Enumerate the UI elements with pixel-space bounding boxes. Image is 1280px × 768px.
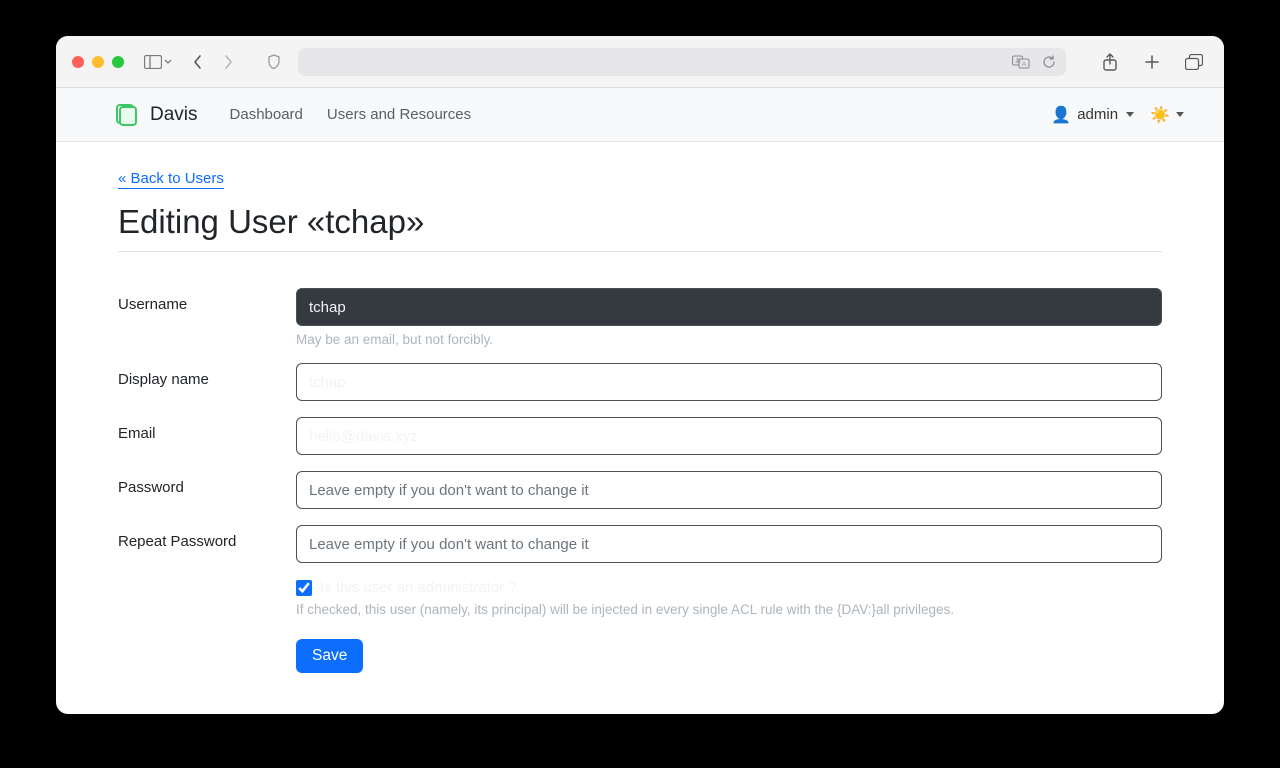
repeat-password-label: Repeat Password [118,525,296,550]
titlebar: あA [56,36,1224,88]
svg-text:A: A [1022,62,1026,68]
user-menu[interactable]: 👤 admin [1051,105,1134,125]
brand-name: Davis [150,104,198,126]
back-button[interactable] [184,49,212,75]
display-name-input[interactable] [296,363,1162,401]
reload-icon [1042,55,1056,69]
new-tab-button[interactable] [1138,49,1166,75]
sun-icon: ☀️ [1150,105,1170,125]
tabs-button[interactable] [1180,49,1208,75]
share-icon [1102,53,1118,71]
plus-icon [1144,54,1160,70]
sidebar-toggle-button[interactable] [144,49,172,75]
sidebar-icon [144,55,162,69]
email-input[interactable] [296,417,1162,455]
user-name: admin [1077,106,1118,123]
theme-toggle[interactable]: ☀️ [1150,105,1184,125]
email-label: Email [118,417,296,442]
username-help: May be an email, but not forcibly. [296,332,1162,347]
password-label: Password [118,471,296,496]
username-input [296,288,1162,326]
page-title: Editing User «tchap» [118,203,1162,252]
forward-button[interactable] [214,49,242,75]
password-input[interactable] [296,471,1162,509]
back-to-users-link[interactable]: « Back to Users [118,170,224,189]
admin-checkbox-label: Is this user an administrator ? [320,579,517,596]
nav-users-resources[interactable]: Users and Resources [315,100,483,129]
address-bar[interactable]: あA [298,48,1066,76]
username-label: Username [118,288,296,313]
close-window-button[interactable] [72,56,84,68]
privacy-report-button[interactable] [260,49,288,75]
save-button[interactable]: Save [296,639,363,673]
minimize-window-button[interactable] [92,56,104,68]
edit-user-form: Username May be an email, but not forcib… [118,288,1162,673]
window-controls [72,56,124,68]
app-navbar: Davis Dashboard Users and Resources 👤 ad… [56,88,1224,142]
shield-icon [266,54,282,70]
caret-down-icon [1126,112,1134,117]
admin-checkbox[interactable] [296,580,312,596]
chevron-down-icon [164,59,172,65]
user-avatar-icon: 👤 [1051,105,1071,125]
svg-text:あ: あ [1015,58,1021,65]
share-button[interactable] [1096,49,1124,75]
brand-logo-icon [116,102,142,128]
page-content: « Back to Users Editing User «tchap» Use… [56,142,1224,714]
fullscreen-window-button[interactable] [112,56,124,68]
translate-icon[interactable]: あA [1012,55,1032,69]
chevron-left-icon [193,54,203,70]
repeat-password-input[interactable] [296,525,1162,563]
browser-window: あA Davis [56,36,1224,714]
nav-dashboard[interactable]: Dashboard [218,100,315,129]
chevron-right-icon [223,54,233,70]
caret-down-icon [1176,112,1184,117]
admin-checkbox-help: If checked, this user (namely, its princ… [296,602,1162,617]
tabs-icon [1185,54,1203,70]
display-name-label: Display name [118,363,296,388]
reload-button[interactable] [1042,55,1056,69]
brand[interactable]: Davis [116,102,198,128]
